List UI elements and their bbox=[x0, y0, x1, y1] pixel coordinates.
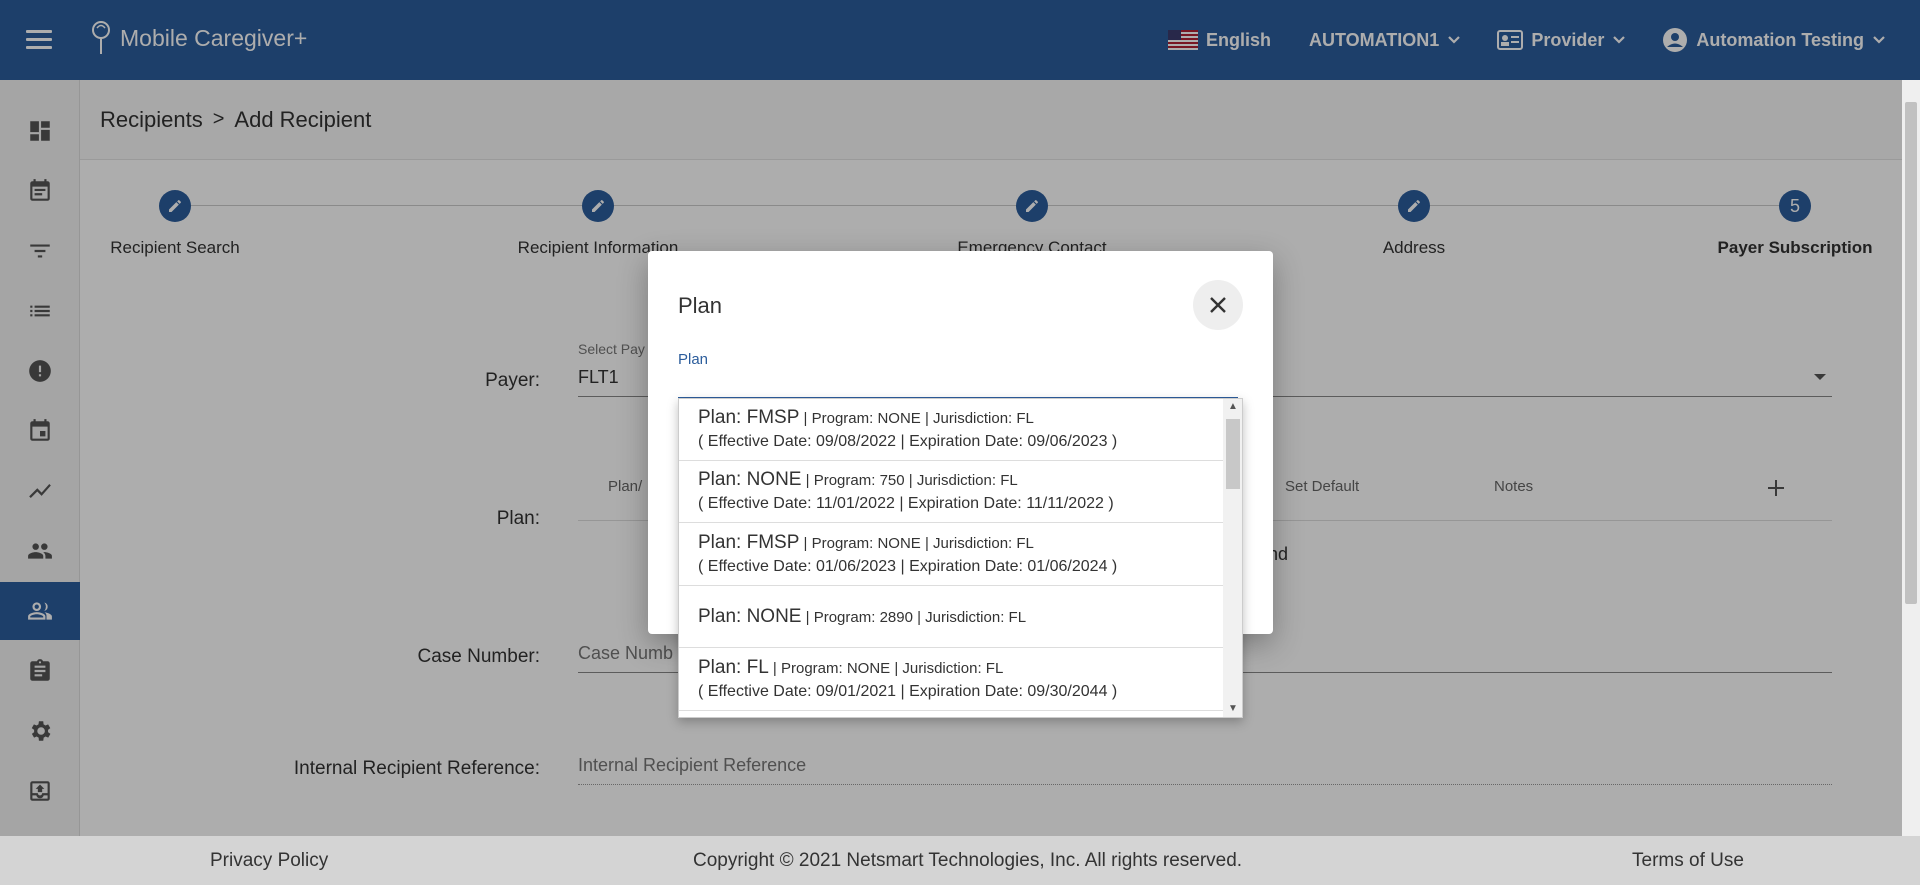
plan-option[interactable]: Plan: FMSP | Program: NONE | Jurisdictio… bbox=[679, 399, 1223, 461]
page-scrollbar[interactable] bbox=[1902, 80, 1920, 836]
close-icon bbox=[1210, 297, 1226, 313]
plan-field-caption: Plan bbox=[678, 351, 709, 368]
plan-option-name: Plan: FMSP bbox=[698, 407, 800, 428]
plan-option-meta: | Program: NONE | Jurisdiction: FL bbox=[799, 535, 1034, 552]
plan-option-name: Plan: FMSP bbox=[698, 532, 800, 553]
options-scrollbar-thumb[interactable] bbox=[1226, 419, 1240, 489]
close-button[interactable] bbox=[1193, 280, 1243, 330]
plan-option-name: Plan: FL bbox=[698, 657, 769, 678]
plan-option[interactable]: Plan: FL | Program: NONE | Jurisdiction:… bbox=[679, 648, 1223, 711]
scroll-up-icon[interactable]: ▲ bbox=[1228, 401, 1238, 412]
privacy-policy-link[interactable]: Privacy Policy bbox=[210, 850, 328, 872]
plan-options-list[interactable]: Plan: FMSP | Program: NONE | Jurisdictio… bbox=[678, 398, 1243, 718]
terms-of-use-link[interactable]: Terms of Use bbox=[1632, 850, 1744, 872]
plan-option[interactable]: Plan: NONE | Program: 750 | Jurisdiction… bbox=[679, 461, 1223, 523]
plan-option[interactable]: Plan: NONE | Program: 2890 | Jurisdictio… bbox=[679, 586, 1223, 648]
plan-option[interactable]: Plan: FMSP | Program: NONE | Jurisdictio… bbox=[679, 523, 1223, 586]
plan-option-meta: | Program: NONE | Jurisdiction: FL bbox=[768, 660, 1004, 677]
copyright-text: Copyright © 2021 Netsmart Technologies, … bbox=[693, 849, 1243, 871]
plan-option-name: Plan: NONE bbox=[698, 606, 802, 627]
plan-option-dates: ( Effective Date: 09/08/2022 | Expiratio… bbox=[698, 433, 1118, 450]
plan-option-dates: ( Effective Date: 09/01/2021 | Expiratio… bbox=[698, 683, 1118, 700]
scroll-down-icon[interactable]: ▼ bbox=[1228, 703, 1238, 714]
dialog-title: Plan bbox=[678, 293, 723, 318]
scrollbar-thumb[interactable] bbox=[1905, 102, 1917, 604]
plan-option-name: Plan: NONE bbox=[698, 469, 802, 490]
footer: Privacy Policy Copyright © 2021 Netsmart… bbox=[0, 836, 1920, 885]
plan-option-meta: | Program: NONE | Jurisdiction: FL bbox=[799, 410, 1034, 427]
plan-option-dates: ( Effective Date: 11/01/2022 | Expiratio… bbox=[698, 495, 1114, 512]
plan-search-input[interactable] bbox=[678, 371, 1238, 399]
plan-option-meta: | Program: 2890 | Jurisdiction: FL bbox=[801, 609, 1027, 626]
options-scrollbar[interactable]: ▲ ▼ bbox=[1223, 399, 1242, 717]
plan-option-dates: ( Effective Date: 01/06/2023 | Expiratio… bbox=[698, 558, 1118, 575]
plan-option-meta: | Program: 750 | Jurisdiction: FL bbox=[801, 472, 1018, 489]
